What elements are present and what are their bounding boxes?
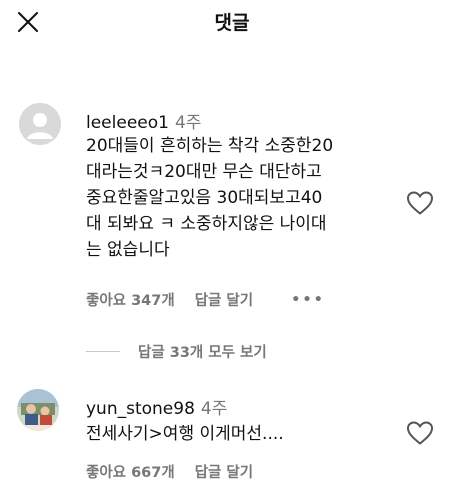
page-title: 댓글 xyxy=(214,12,250,34)
like-button[interactable] xyxy=(406,190,434,216)
comment-actions: 좋아요 667개 답글 달기 xyxy=(86,461,253,482)
timestamp: 4주 xyxy=(200,399,228,419)
likes-count[interactable]: 좋아요 667개 xyxy=(86,461,175,482)
timestamp: 4주 xyxy=(174,113,202,133)
comment-text: 20대들이 흔히하는 착각 소중한20 대라는것ㅋ20대만 무슨 대단하고 중요… xyxy=(86,136,334,260)
photo-avatar xyxy=(17,389,59,431)
avatar[interactable] xyxy=(17,389,59,431)
likes-count[interactable]: 좋아요 347개 xyxy=(86,289,175,310)
username[interactable]: leeleeeo1 xyxy=(86,113,169,133)
comment-header: yun_stone98 4주 xyxy=(86,394,227,419)
comment-text: 전세사기>여행 이게머선.... xyxy=(86,424,284,444)
header: 댓글 xyxy=(0,0,464,44)
view-replies-button[interactable]: 답글 33개 모두 보기 xyxy=(86,341,267,362)
like-button[interactable] xyxy=(406,420,434,446)
reply-button[interactable]: 답글 달기 xyxy=(195,461,253,482)
comment-header: leeleeeo1 4주 xyxy=(86,108,201,133)
default-avatar-icon xyxy=(19,103,61,145)
divider xyxy=(86,351,120,352)
avatar[interactable] xyxy=(19,103,61,145)
username[interactable]: yun_stone98 xyxy=(86,399,195,419)
heart-icon xyxy=(406,421,434,445)
comment-actions: 좋아요 347개 답글 달기 ••• xyxy=(86,289,325,310)
view-replies-label: 답글 33개 모두 보기 xyxy=(138,345,267,361)
reply-button[interactable]: 답글 달기 xyxy=(195,289,253,310)
more-options-icon[interactable]: ••• xyxy=(291,292,325,308)
heart-icon xyxy=(406,191,434,215)
